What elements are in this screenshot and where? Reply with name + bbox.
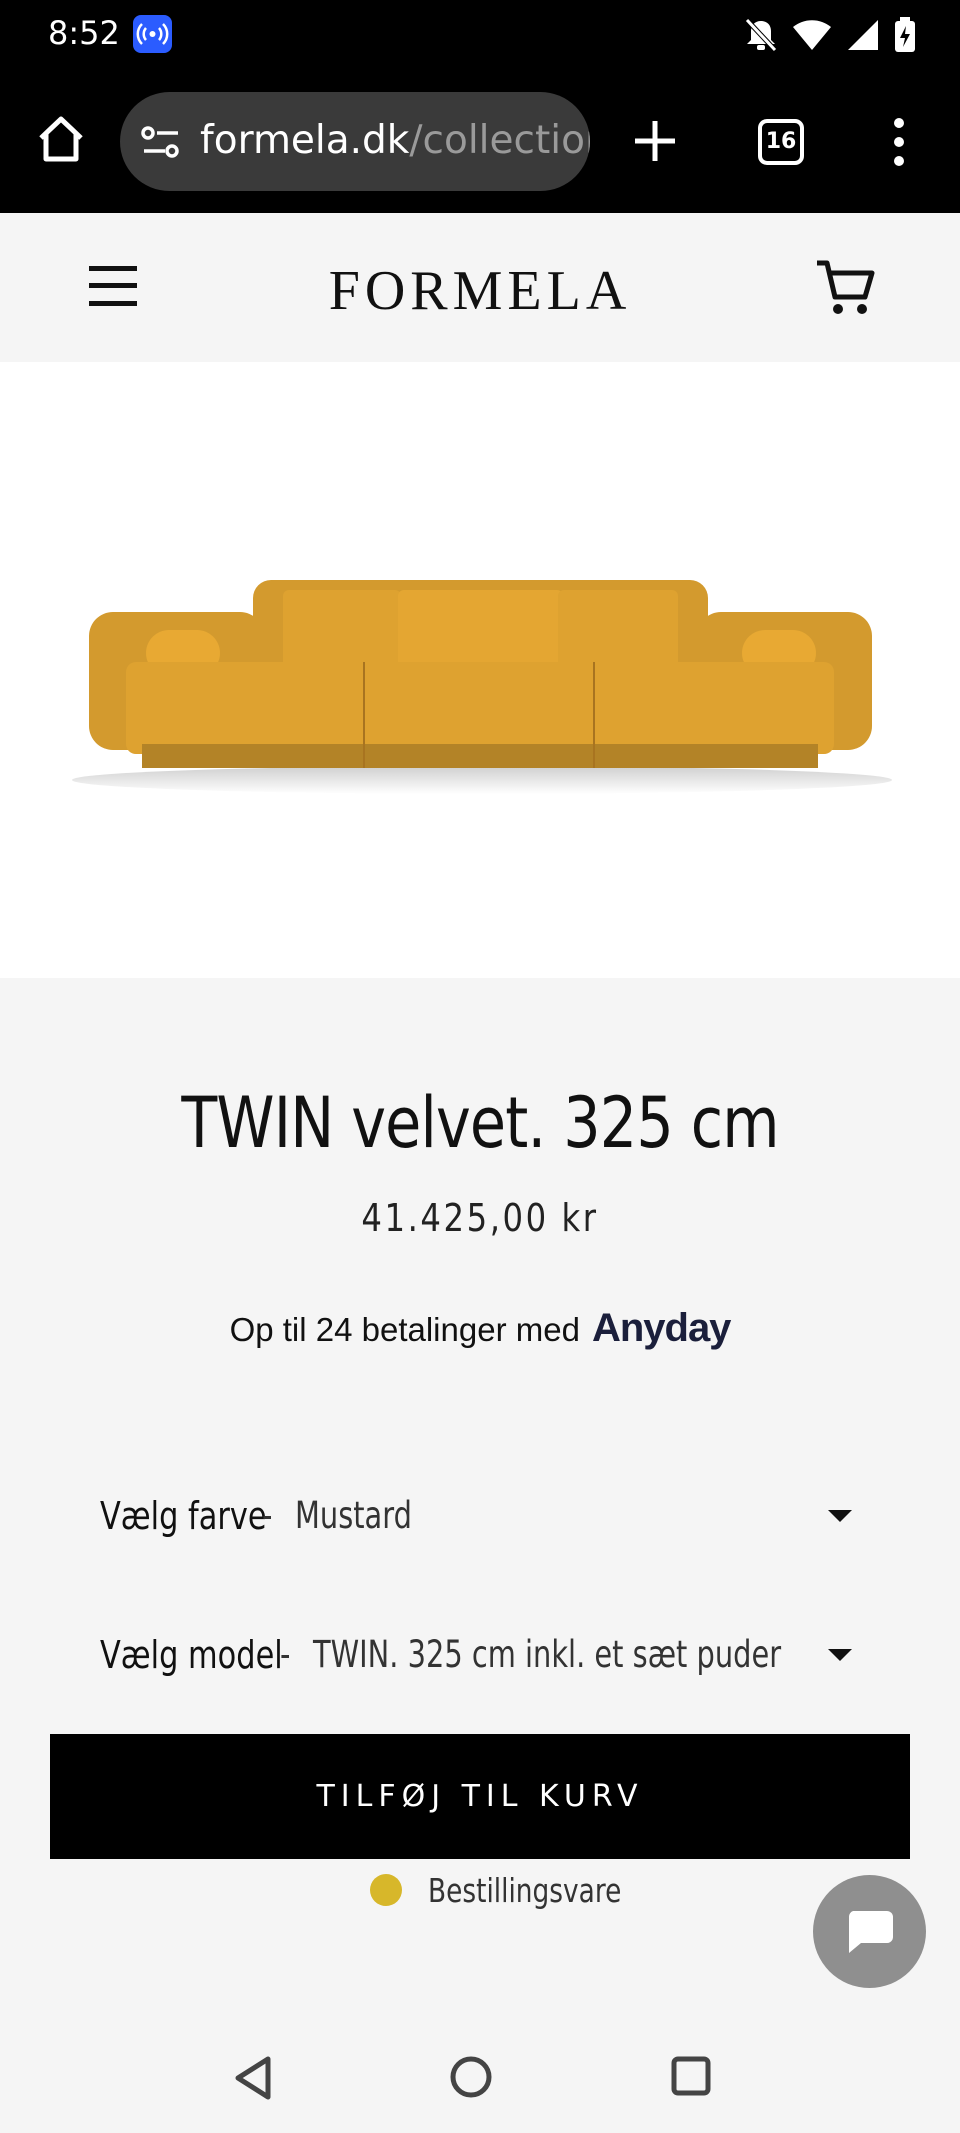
- chevron-down-icon[interactable]: [828, 1510, 852, 1522]
- back-icon[interactable]: [232, 2055, 274, 2101]
- url-path: /collection: [409, 118, 590, 163]
- wifi-icon: [793, 20, 831, 50]
- color-select-value[interactable]: Mustard: [295, 1494, 412, 1537]
- site-settings-icon[interactable]: [140, 121, 182, 163]
- product-price: 41.425,00 kr: [361, 1196, 599, 1240]
- color-select[interactable]: Vælg farve - Mustard: [100, 1482, 860, 1552]
- model-select[interactable]: Vælg model - TWIN. 325 cm inkl. et sæt p…: [100, 1621, 860, 1691]
- model-select-separator: -: [280, 1633, 291, 1676]
- model-select-value[interactable]: TWIN. 325 cm inkl. et sæt puder: [313, 1633, 781, 1676]
- cast-icon: [133, 15, 172, 53]
- anyday-logo[interactable]: Anyday: [592, 1306, 731, 1350]
- url-text[interactable]: formela.dk/collection: [200, 118, 590, 163]
- model-select-label: Vælg model: [100, 1633, 283, 1677]
- status-time: 8:52: [48, 14, 120, 52]
- browser-toolbar: formela.dk/collection 16: [0, 72, 960, 213]
- url-domain: formela.dk: [200, 118, 410, 163]
- product-image[interactable]: [0, 362, 960, 978]
- new-tab-icon[interactable]: [633, 119, 677, 163]
- sofa-image: [72, 580, 892, 794]
- stock-status-label: Bestillingsvare: [428, 1870, 622, 1910]
- payment-info[interactable]: Op til 24 betalinger med Anyday: [0, 1306, 960, 1351]
- add-to-cart-button[interactable]: TILFØJ TIL KURV: [50, 1734, 910, 1859]
- chat-icon: [848, 1911, 893, 1953]
- product-title: TWIN velvet. 325 cm: [181, 1082, 779, 1164]
- status-icons: [744, 14, 916, 56]
- menu-icon[interactable]: [890, 116, 908, 168]
- color-select-label: Vælg farve: [100, 1494, 267, 1538]
- site-header: FORMELA: [0, 213, 960, 362]
- address-bar[interactable]: formela.dk/collection: [120, 92, 590, 191]
- color-select-separator: -: [262, 1494, 273, 1537]
- chat-button[interactable]: [813, 1875, 926, 1988]
- home-icon[interactable]: [36, 114, 86, 164]
- chevron-down-icon[interactable]: [828, 1649, 852, 1661]
- system-nav-bar: [0, 2023, 960, 2133]
- payment-text: Op til 24 betalinger med: [229, 1311, 580, 1348]
- status-bar: 8:52: [0, 0, 960, 72]
- home-circle-icon[interactable]: [449, 2055, 493, 2099]
- stock-status-dot: [370, 1874, 402, 1906]
- recents-icon[interactable]: [670, 2055, 712, 2097]
- signal-icon: [848, 20, 878, 50]
- cart-icon[interactable]: [815, 257, 875, 317]
- stock-status: Bestillingsvare: [370, 1870, 670, 1910]
- battery-charging-icon: [895, 17, 915, 52]
- mute-icon: [745, 18, 777, 52]
- tabs-button[interactable]: 16: [758, 119, 804, 165]
